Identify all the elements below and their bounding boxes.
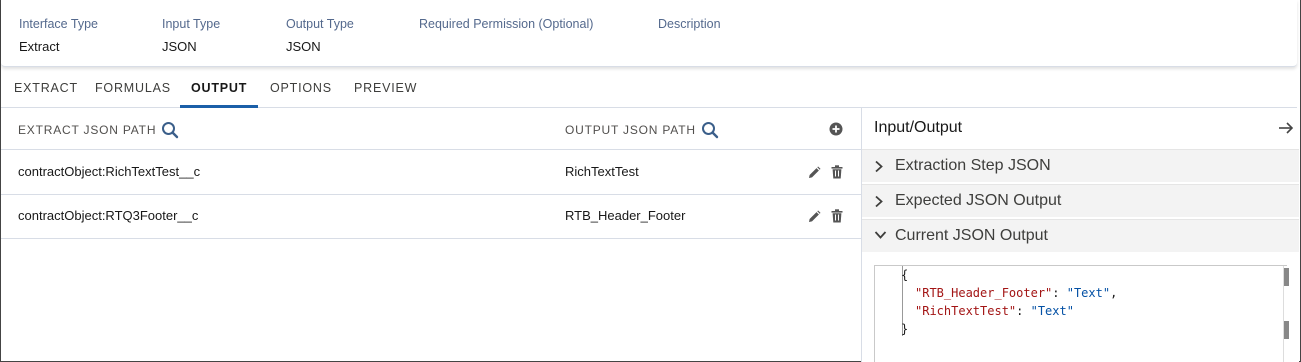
panel-title: Input/Output (874, 119, 963, 136)
column-header-extract: EXTRACT JSON PATH (18, 121, 179, 139)
field-description: Description (658, 17, 721, 39)
delete-icon[interactable] (831, 209, 843, 223)
field-interface-type: Interface Type Extract (19, 17, 98, 54)
interface-header: Interface Type Extract Input Type JSON O… (1, 0, 1297, 67)
field-value: JSON (286, 39, 321, 54)
field-value: Extract (19, 39, 60, 54)
section-current-json-output[interactable]: Current JSON Output (862, 219, 1299, 252)
tab-output[interactable]: OUTPUT (191, 81, 247, 108)
grid-header: EXTRACT JSON PATH OUTPUT JSON PATH (1, 108, 861, 150)
input-output-panel: Input/Output Extraction Step JSON Expect… (861, 108, 1299, 362)
output-path-cell: RTB_Header_Footer (565, 208, 686, 223)
section-expected-json-output[interactable]: Expected JSON Output (862, 184, 1299, 217)
json-value: "Text" (1030, 304, 1074, 318)
field-value: JSON (162, 39, 197, 54)
tab-bar: EXTRACT FORMULAS OUTPUT OPTIONS PREVIEW (1, 67, 1297, 108)
field-label: Description (658, 17, 721, 31)
search-icon[interactable] (701, 121, 719, 139)
json-key: "RichTextTest" (915, 304, 1017, 318)
edit-icon[interactable] (807, 210, 821, 224)
chevron-right-icon (875, 195, 883, 208)
table-row: contractObject:RichTextTest__c RichTextT… (1, 150, 861, 195)
extract-path-cell: contractObject:RichTextTest__c (18, 164, 201, 179)
field-label: Interface Type (19, 17, 98, 31)
output-path-cell: RichTextTest (565, 164, 639, 179)
field-label: Input Type (162, 17, 221, 31)
tab-preview[interactable]: PREVIEW (354, 81, 417, 108)
edit-icon[interactable] (807, 166, 821, 180)
delete-icon[interactable] (831, 165, 843, 179)
json-open-brace: { (901, 268, 909, 282)
tab-extract[interactable]: EXTRACT (14, 81, 78, 108)
section-label: Extraction Step JSON (895, 157, 1051, 174)
json-output-editor[interactable]: { "RTB_Header_Footer": "Text", "RichText… (874, 265, 1289, 362)
extract-path-cell: contractObject:RTQ3Footer__c (18, 208, 199, 223)
tab-options[interactable]: OPTIONS (270, 81, 332, 108)
field-required-permission: Required Permission (Optional) (419, 17, 593, 39)
section-extraction-step-json[interactable]: Extraction Step JSON (862, 149, 1299, 182)
json-key: "RTB_Header_Footer" (915, 286, 1053, 300)
editor-scrollbar-thumb[interactable] (1284, 268, 1289, 286)
json-line: "RTB_Header_Footer": "Text", (915, 286, 1118, 300)
add-icon[interactable] (829, 122, 843, 136)
section-label: Current JSON Output (895, 227, 1048, 244)
field-label: Output Type (286, 17, 354, 31)
chevron-right-icon (875, 160, 883, 173)
json-value: "Text" (1066, 286, 1111, 300)
section-label: Expected JSON Output (895, 192, 1062, 209)
column-header-output: OUTPUT JSON PATH (565, 121, 719, 139)
json-line: "RichTextTest": "Text" (915, 304, 1074, 318)
tab-formulas[interactable]: FORMULAS (95, 81, 171, 108)
search-icon[interactable] (161, 121, 179, 139)
editor-scrollbar-thumb[interactable] (1284, 321, 1289, 339)
column-label: OUTPUT JSON PATH (565, 123, 696, 137)
field-output-type: Output Type JSON (286, 17, 354, 54)
json-close-brace: } (901, 322, 909, 336)
output-mapping-grid: EXTRACT JSON PATH OUTPUT JSON PATH contr… (1, 108, 861, 362)
chevron-down-icon (874, 231, 887, 239)
table-row: contractObject:RTQ3Footer__c RTB_Header_… (1, 194, 861, 239)
field-input-type: Input Type JSON (162, 17, 220, 54)
arrow-right-icon[interactable] (1278, 121, 1294, 135)
column-label: EXTRACT JSON PATH (18, 123, 157, 137)
field-label: Required Permission (Optional) (419, 17, 594, 31)
